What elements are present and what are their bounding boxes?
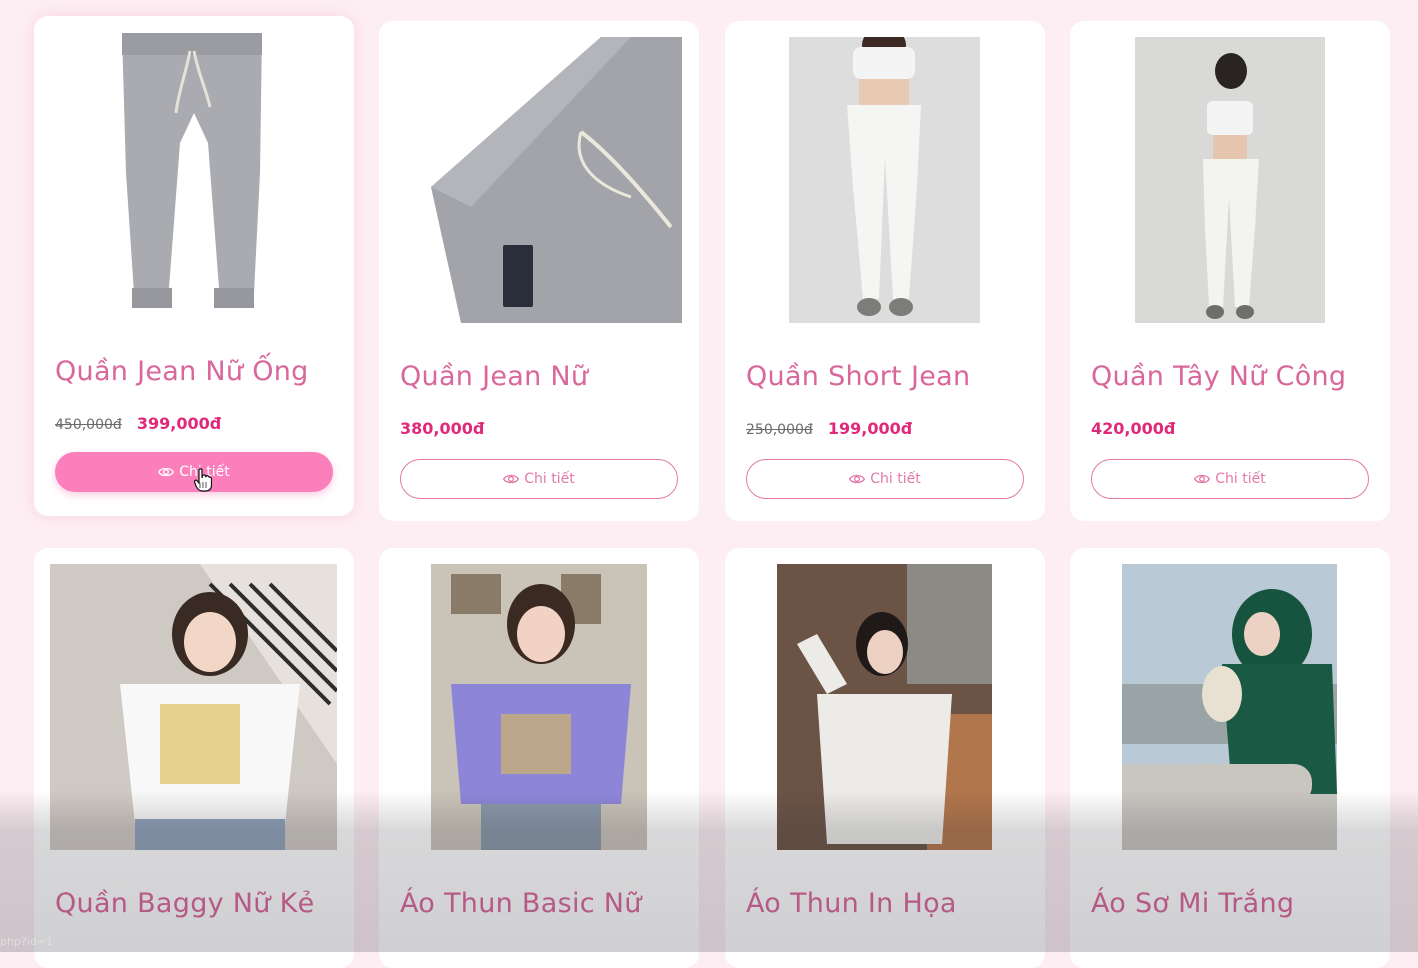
product-card[interactable]: Quần Baggy Nữ Kẻ [34,548,354,968]
eye-icon [158,467,175,477]
product-prices: 380,000đ [400,419,484,438]
product-prices: 420,000đ [1091,419,1175,438]
product-image[interactable] [431,564,647,850]
eye-icon [849,474,866,484]
product-card[interactable]: Quần Tây Nữ Công 420,000đ Chi tiết [1070,21,1390,521]
current-price: 199,000đ [827,419,913,438]
product-card[interactable]: Quần Short Jean 250,000đ 199,000đ Chi ti… [725,21,1045,521]
detail-button-label: Chi tiết [524,471,575,487]
product-card[interactable]: Áo Sơ Mi Trắng [1070,548,1390,968]
eye-icon [503,474,520,484]
product-image[interactable] [777,564,992,850]
detail-button[interactable]: Chi tiết [1091,459,1369,499]
product-title[interactable]: Quần Jean Nữ Ống [55,356,309,387]
product-card[interactable]: Áo Thun In Họa [725,548,1045,968]
status-bar-url: php?id=1 [0,935,54,948]
detail-button-label: Chi tiết [870,471,921,487]
product-title[interactable]: Quần Short Jean [746,361,970,392]
product-title[interactable]: Quần Tây Nữ Công [1091,361,1346,392]
product-image[interactable] [102,33,284,319]
product-title[interactable]: Quần Jean Nữ [400,361,588,392]
product-title[interactable]: Áo Thun In Họa [746,888,957,919]
product-card[interactable]: Quần Jean Nữ Ống 450,000đ 399,000đ Chi t… [34,16,354,516]
product-image[interactable] [1122,564,1337,850]
current-price: 420,000đ [1091,419,1176,438]
product-prices: 450,000đ 399,000đ [55,414,221,433]
current-price: 380,000đ [400,419,485,438]
product-image[interactable] [1135,37,1325,323]
product-image[interactable] [431,37,682,323]
product-title[interactable]: Áo Thun Basic Nữ [400,888,642,919]
product-prices: 250,000đ 199,000đ [746,419,912,438]
old-price: 450,000đ [55,417,122,433]
old-price: 250,000đ [746,422,813,438]
product-title[interactable]: Quần Baggy Nữ Kẻ [55,888,315,919]
product-image[interactable] [50,564,337,850]
product-image[interactable] [789,37,980,323]
detail-button[interactable]: Chi tiết [400,459,678,499]
detail-button[interactable]: Chi tiết [746,459,1024,499]
hand-cursor-icon [194,468,212,492]
product-title[interactable]: Áo Sơ Mi Trắng [1091,888,1294,919]
detail-button-label: Chi tiết [1215,471,1266,487]
product-card[interactable]: Quần Jean Nữ 380,000đ Chi tiết [379,21,699,521]
current-price: 399,000đ [136,414,222,433]
product-card[interactable]: Áo Thun Basic Nữ [379,548,699,968]
eye-icon [1194,474,1211,484]
